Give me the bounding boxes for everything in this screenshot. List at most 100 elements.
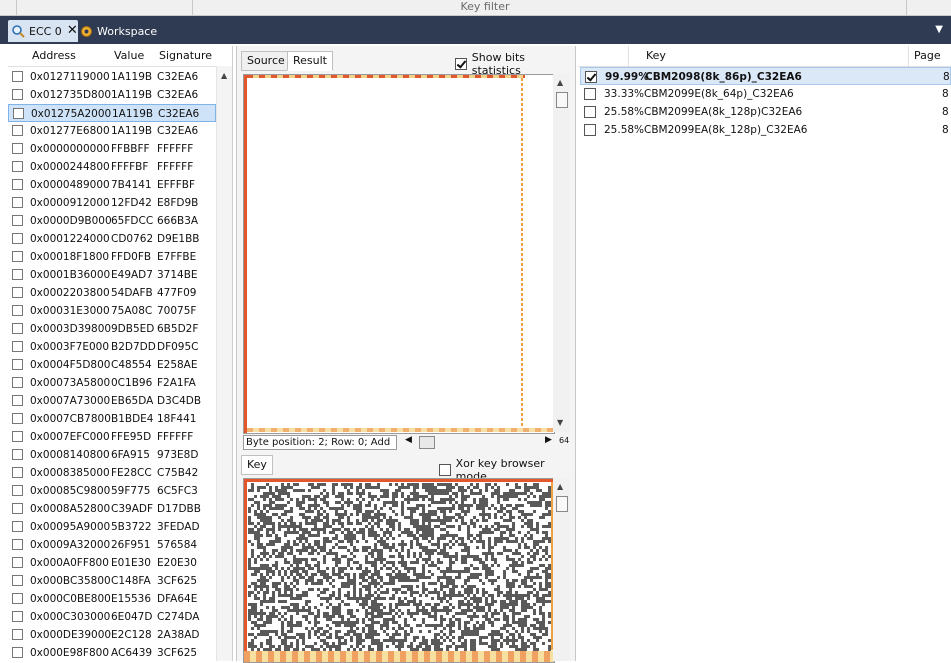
column-header-page[interactable]: Page bbox=[914, 49, 941, 62]
tab-source[interactable]: Source bbox=[241, 51, 291, 71]
close-icon[interactable]: ✕ bbox=[67, 24, 78, 37]
checkbox-icon[interactable] bbox=[12, 341, 23, 352]
address-row[interactable]: 0x0001224000 CD0762 D9E1BB bbox=[8, 230, 216, 248]
address-row[interactable]: 0x000C0BE800 E15536 DFA64E bbox=[8, 590, 216, 608]
address-row[interactable]: 0x0003D39800 9DB5ED 6B5D2F bbox=[8, 320, 216, 338]
address-row[interactable]: 0x0008A52800 C39ADF D17DBB bbox=[8, 500, 216, 518]
checkbox-icon[interactable] bbox=[12, 359, 23, 370]
key-row[interactable]: 99.99% CBM2098(8k_86p)_C32EA6 8 bbox=[580, 67, 951, 85]
address-row[interactable]: 0x000DE39000 E2C128 2A38AD bbox=[8, 626, 216, 644]
scroll-up-icon[interactable]: ▲ bbox=[557, 78, 563, 87]
tab-result[interactable]: Result bbox=[287, 51, 333, 71]
scrollbar-thumb[interactable] bbox=[556, 496, 568, 512]
address-row[interactable]: 0x00073A5800 0C1B96 F2A1FA bbox=[8, 374, 216, 392]
address-row[interactable]: 0x0008140800 6FA915 973E8D bbox=[8, 446, 216, 464]
checkbox-icon[interactable] bbox=[584, 124, 596, 136]
checkbox-icon[interactable] bbox=[12, 251, 23, 262]
address-list-scrollbar[interactable]: ▲ bbox=[216, 66, 232, 661]
key-row[interactable]: 33.33% CBM2099E(8k_64p)_C32EA6 8 bbox=[580, 85, 951, 103]
checkbox-icon[interactable] bbox=[12, 593, 23, 604]
key-vertical-scrollbar[interactable]: ▲ bbox=[553, 478, 570, 661]
checkbox-icon[interactable] bbox=[12, 305, 23, 316]
horizontal-scroll-thumb[interactable] bbox=[419, 436, 435, 449]
checkbox-icon[interactable] bbox=[12, 521, 23, 532]
checkbox-icon[interactable] bbox=[12, 197, 23, 208]
checkbox-icon[interactable] bbox=[12, 539, 23, 550]
address-row[interactable]: 0x000E98F800 AC6439 3CF625 bbox=[8, 644, 216, 661]
checkbox-icon[interactable] bbox=[12, 233, 23, 244]
address-row[interactable]: 0x0003F7E000 B2D7DD DF095C bbox=[8, 338, 216, 356]
scrollbar-thumb[interactable] bbox=[556, 92, 568, 108]
address-row[interactable]: 0x01277E6800 1A119B C32EA6 bbox=[8, 122, 216, 140]
address-row[interactable]: 0x0127119000 1A119B C32EA6 bbox=[8, 68, 216, 86]
checkbox-icon[interactable] bbox=[12, 269, 23, 280]
scroll-up-icon[interactable]: ▲ bbox=[557, 482, 563, 491]
key-row[interactable]: 25.58% CBM2099EA(8k_128p)_C32EA6 8 bbox=[580, 121, 951, 139]
checkbox-icon[interactable] bbox=[12, 89, 23, 100]
checkbox-icon[interactable] bbox=[12, 611, 23, 622]
checkbox-icon[interactable] bbox=[12, 161, 23, 172]
menu-arrow-icon[interactable]: ▼ bbox=[935, 24, 943, 35]
checkbox-icon[interactable] bbox=[12, 431, 23, 442]
checkbox-icon[interactable] bbox=[12, 323, 23, 334]
scroll-left-icon[interactable]: ◀ bbox=[405, 435, 412, 445]
checkbox-icon[interactable] bbox=[12, 179, 23, 190]
address-row[interactable]: 0x0008385000 FE28CC C75B42 bbox=[8, 464, 216, 482]
address-row[interactable]: 0x0004F5D800 C48554 E258AE bbox=[8, 356, 216, 374]
checkbox-icon[interactable] bbox=[12, 647, 23, 658]
address-row[interactable]: 0x0000244800 FFFFBF FFFFFF bbox=[8, 158, 216, 176]
address-row[interactable]: 0x0000000000 FFBBFF FFFFFF bbox=[8, 140, 216, 158]
checkbox-icon[interactable] bbox=[12, 557, 23, 568]
checkbox-icon[interactable] bbox=[12, 71, 23, 82]
address-row[interactable]: 0x00018F1800 FFD0FB E7FFBE bbox=[8, 248, 216, 266]
key-filter-bar[interactable]: Key filter bbox=[0, 0, 951, 16]
checkbox-icon[interactable] bbox=[12, 395, 23, 406]
checkbox-icon[interactable] bbox=[12, 377, 23, 388]
checkbox-icon[interactable] bbox=[12, 467, 23, 478]
address-row[interactable]: 0x00031E3000 75A08C 70075F bbox=[8, 302, 216, 320]
column-header-signature[interactable]: Signature bbox=[159, 49, 212, 62]
checkbox-icon[interactable] bbox=[12, 287, 23, 298]
address-row[interactable]: 0x000A0FF800 E01E30 E20E30 bbox=[8, 554, 216, 572]
checkbox-icon[interactable] bbox=[12, 449, 23, 460]
scroll-right-icon[interactable]: ▶ bbox=[545, 435, 552, 445]
checkbox-icon[interactable] bbox=[439, 464, 451, 476]
checkbox-icon[interactable] bbox=[455, 58, 467, 70]
result-bitmap-view[interactable] bbox=[243, 74, 555, 434]
scroll-down-icon[interactable]: ▼ bbox=[557, 418, 563, 427]
result-vertical-scrollbar[interactable]: ▲ ▼ bbox=[553, 74, 570, 432]
checkbox-icon[interactable] bbox=[12, 215, 23, 226]
checkbox-icon[interactable] bbox=[12, 143, 23, 154]
address-row[interactable]: 0x0000912000 12FD42 E8FD9B bbox=[8, 194, 216, 212]
checkbox-icon[interactable] bbox=[12, 125, 23, 136]
address-row[interactable]: 0x00085C9800 59F775 6C5FC3 bbox=[8, 482, 216, 500]
checkbox-icon[interactable] bbox=[12, 575, 23, 586]
address-row[interactable]: 0x0000489000 7B4141 EFFFBF bbox=[8, 176, 216, 194]
checkbox-icon[interactable] bbox=[12, 413, 23, 424]
column-header-address[interactable]: Address bbox=[32, 49, 76, 62]
tab-ecc[interactable]: ECC 0 ✕ bbox=[8, 20, 78, 42]
checkbox-icon[interactable] bbox=[584, 106, 596, 118]
checkbox-icon[interactable] bbox=[584, 88, 596, 100]
tab-workspace[interactable]: Workspace bbox=[80, 20, 170, 42]
column-header-value[interactable]: Value bbox=[114, 49, 144, 62]
address-row[interactable]: 0x000BC35800 C148FA 3CF625 bbox=[8, 572, 216, 590]
checkbox-icon[interactable] bbox=[12, 503, 23, 514]
address-row[interactable]: 0x0007CB7800 B1BDE4 18F441 bbox=[8, 410, 216, 428]
checkbox-icon[interactable] bbox=[13, 108, 24, 119]
key-bitmap-view[interactable] bbox=[243, 478, 555, 663]
address-row[interactable]: 0x000C303000 6E047D C274DA bbox=[8, 608, 216, 626]
byte-position-field[interactable]: Byte position: 2; Row: 0; Add bbox=[243, 435, 397, 450]
checkbox-icon[interactable] bbox=[12, 485, 23, 496]
address-row[interactable]: 0x0007EFC000 FFE95D FFFFFF bbox=[8, 428, 216, 446]
address-row[interactable]: 0x0002203800 54DAFB 477F09 bbox=[8, 284, 216, 302]
address-row[interactable]: 0x012735D800 1A119B C32EA6 bbox=[8, 86, 216, 104]
column-header-key[interactable]: Key bbox=[646, 49, 666, 62]
key-row[interactable]: 25.58% CBM2099EA(8k_128p)C32EA6 8 bbox=[580, 103, 951, 121]
checkbox-icon[interactable] bbox=[12, 629, 23, 640]
address-row[interactable]: 0x0009A32000 26F951 576584 bbox=[8, 536, 216, 554]
tab-key[interactable]: Key bbox=[241, 455, 273, 475]
address-row[interactable]: 0x0000D9B000 65FDCC 666B3A bbox=[8, 212, 216, 230]
address-row[interactable]: 0x0007A73000 EB65DA D3C4DB bbox=[8, 392, 216, 410]
address-row[interactable]: 0x00095A9000 5B3722 3FEDAD bbox=[8, 518, 216, 536]
